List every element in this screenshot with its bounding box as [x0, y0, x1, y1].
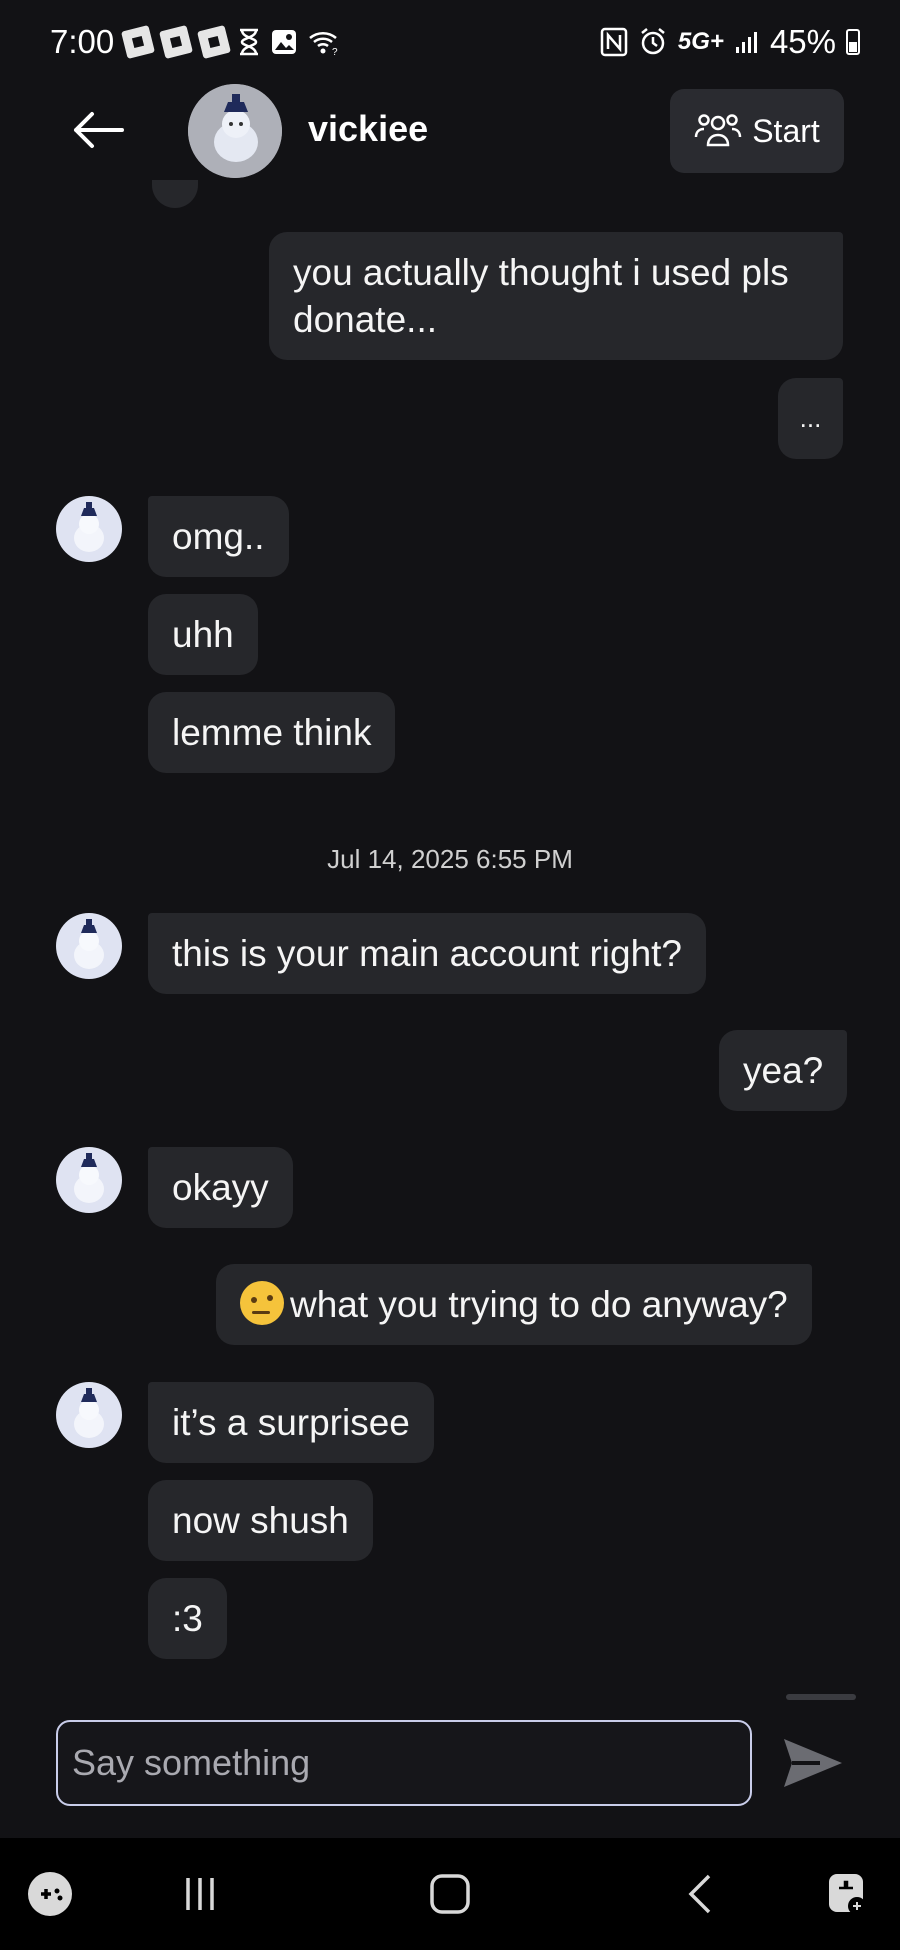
message-bubble-incoming[interactable]: lemme think — [148, 692, 396, 773]
avatar-figure-icon — [188, 84, 282, 178]
message-text: what you trying to do anyway? — [290, 1284, 788, 1325]
message-bubble-outgoing[interactable]: yea? — [719, 1030, 848, 1111]
message-bubble-incoming[interactable]: omg.. — [148, 496, 289, 577]
message-bubble-outgoing[interactable]: what you trying to do anyway? — [216, 1264, 812, 1345]
battery-percent: 45% — [769, 23, 836, 60]
message-text: okayy — [172, 1167, 269, 1208]
message-text: this is your main account right? — [172, 933, 683, 974]
roblox-icon — [197, 25, 232, 59]
status-time: 7:00 — [50, 23, 115, 60]
chat-header: vickiee Start — [0, 84, 900, 180]
status-left: 7:00 ? — [50, 23, 340, 61]
sender-avatar[interactable] — [56, 913, 122, 979]
message-bubble-incoming[interactable]: this is your main account right? — [148, 913, 707, 994]
message-bubble-incoming[interactable]: it’s a surprisee — [148, 1382, 434, 1463]
gallery-icon — [270, 28, 298, 56]
message-text: it’s a surprisee — [172, 1402, 410, 1443]
back-button[interactable] — [70, 110, 126, 150]
avatar-figure-icon — [74, 919, 104, 969]
system-nav-bar — [0, 1838, 900, 1950]
start-label: Start — [752, 112, 820, 149]
message-input[interactable] — [56, 1720, 752, 1806]
svg-text:?: ? — [332, 47, 338, 56]
wifi-icon: ? — [308, 28, 340, 56]
battery-icon — [846, 29, 860, 55]
hourglass-icon — [238, 28, 260, 56]
message-text: you actually thought i used pls donate..… — [293, 252, 789, 340]
arrow-left-icon — [74, 112, 124, 148]
sender-avatar[interactable] — [56, 496, 122, 562]
contact-avatar[interactable] — [188, 84, 282, 178]
sender-avatar[interactable] — [56, 1382, 122, 1448]
raised-eyebrow-emoji-icon — [240, 1281, 284, 1325]
nfc-icon — [600, 27, 628, 57]
message-bubble-outgoing[interactable]: you actually thought i used pls donate..… — [269, 232, 843, 360]
message-bubble-incoming[interactable]: now shush — [148, 1480, 373, 1561]
message-timestamp: Jul 14, 2025 6:55 PM — [327, 844, 573, 874]
alarm-icon — [638, 27, 668, 57]
scroll-indicator — [786, 1694, 856, 1700]
recents-icon[interactable] — [170, 1866, 230, 1922]
message-bubble-outgoing[interactable]: ... — [778, 378, 843, 459]
message-bubble-incoming[interactable]: :3 — [148, 1578, 227, 1659]
send-button[interactable] — [780, 1735, 846, 1791]
assistant-icon[interactable] — [822, 1866, 874, 1922]
avatar-figure-icon — [74, 1153, 104, 1203]
message-bubble-incoming[interactable]: uhh — [148, 594, 258, 675]
avatar-figure-icon — [74, 502, 104, 552]
avatar-figure-icon — [74, 1388, 104, 1438]
message-list[interactable]: you actually thought i used pls donate..… — [0, 180, 900, 1700]
back-icon[interactable] — [676, 1866, 724, 1922]
game-controller-icon[interactable] — [24, 1866, 76, 1922]
home-icon[interactable] — [420, 1866, 480, 1922]
sender-avatar[interactable] — [56, 1147, 122, 1213]
message-bubble-incoming[interactable]: okayy — [148, 1147, 293, 1228]
status-right: 5G+ 45% — [600, 23, 860, 61]
message-text: yea? — [743, 1050, 824, 1091]
message-bubble-partial — [152, 180, 198, 208]
send-icon — [784, 1739, 842, 1787]
message-text: lemme think — [172, 712, 372, 753]
message-text: now shush — [172, 1500, 349, 1541]
status-bar: 7:00 ? 5G+ 45% — [0, 0, 900, 84]
contact-name[interactable]: vickiee — [308, 108, 428, 150]
signal-icon — [734, 29, 760, 55]
message-text: omg.. — [172, 516, 265, 557]
start-party-button[interactable]: Start — [670, 89, 844, 173]
message-text: uhh — [172, 614, 234, 655]
message-text: :3 — [172, 1598, 203, 1639]
message-text: ... — [799, 403, 822, 433]
people-group-icon — [694, 114, 742, 147]
roblox-icon — [159, 25, 194, 59]
network-type: 5G+ — [677, 28, 724, 55]
roblox-icon — [121, 25, 156, 59]
